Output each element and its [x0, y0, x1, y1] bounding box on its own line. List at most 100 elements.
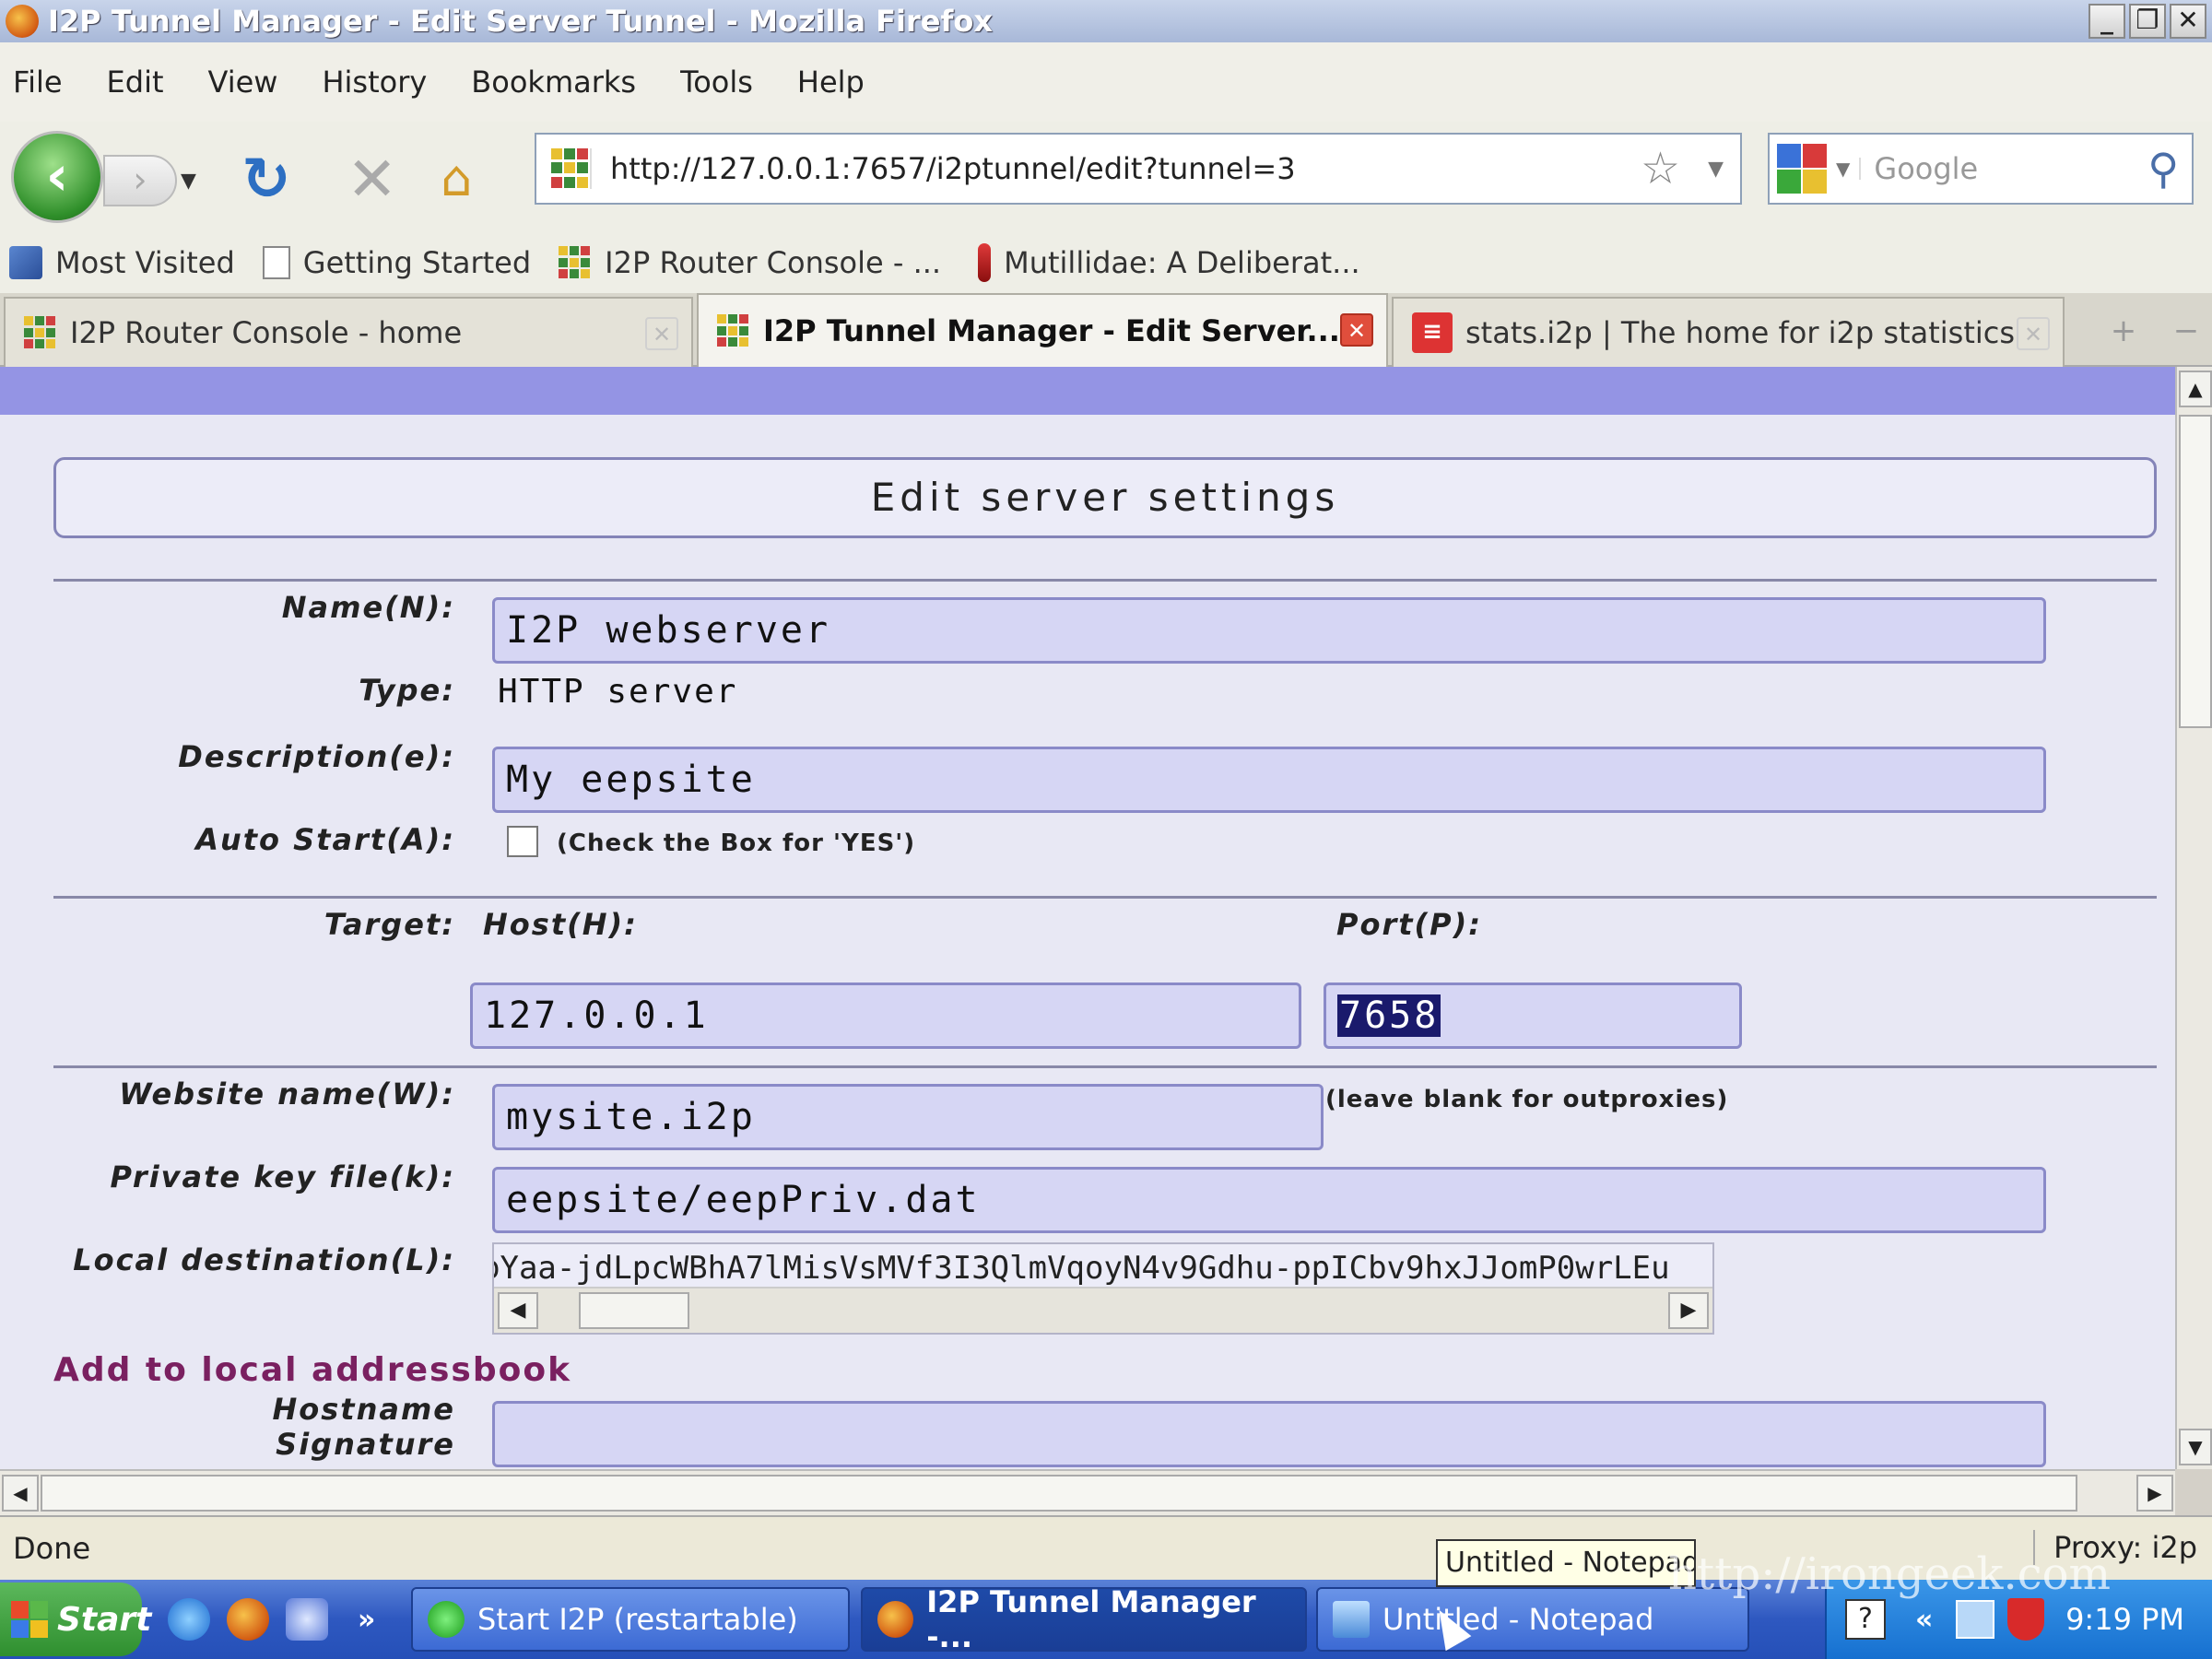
shield-icon[interactable]: [2007, 1598, 2044, 1641]
windows-logo-icon: [11, 1601, 48, 1638]
history-dropdown-icon[interactable]: ▼: [181, 170, 196, 193]
name-label: Name(N):: [281, 590, 455, 625]
bookmark-i2p-router-console[interactable]: I2P Router Console - ...: [559, 245, 941, 280]
website-name-label: Website name(W):: [119, 1077, 455, 1112]
tab-tunnel-manager[interactable]: I2P Tunnel Manager - Edit Server... ✕: [697, 293, 1388, 367]
quick-launch: »: [168, 1598, 375, 1641]
page-content: Edit server settings Name(N): I2P webser…: [0, 367, 2175, 1469]
bookmark-label: Most Visited: [55, 245, 235, 280]
show-hidden-icons[interactable]: «: [1915, 1604, 1933, 1636]
name-input[interactable]: I2P webserver: [492, 597, 2046, 664]
back-button[interactable]: ‹: [11, 131, 103, 223]
scroll-left-icon[interactable]: ◀: [498, 1292, 538, 1329]
new-tab-icon[interactable]: +: [2096, 302, 2151, 363]
scroll-thumb[interactable]: [2179, 415, 2212, 728]
private-key-input[interactable]: eepsite/eepPriv.dat: [492, 1167, 2046, 1233]
close-icon[interactable]: ✕: [2017, 317, 2050, 350]
close-window-button[interactable]: ✕: [2170, 4, 2206, 39]
tab-stats[interactable]: ≡ stats.i2p | The home for i2p statistic…: [1392, 297, 2065, 367]
host-input[interactable]: 127.0.0.1: [470, 982, 1301, 1049]
menu-file[interactable]: File: [13, 65, 63, 100]
hostname-signature-input[interactable]: [492, 1401, 2046, 1467]
scroll-down-icon[interactable]: ▼: [2179, 1429, 2212, 1465]
scroll-thumb[interactable]: [41, 1475, 2077, 1512]
task-start-i2p[interactable]: Start I2P (restartable): [411, 1587, 850, 1652]
window-controls: _ ❐ ✕: [2088, 4, 2206, 39]
ie-icon[interactable]: [168, 1598, 210, 1641]
horizontal-scrollbar[interactable]: ◀ ▶: [0, 1469, 2175, 1515]
search-box[interactable]: ▼ Google ⚲: [1768, 133, 2194, 205]
target-label: Target:: [324, 907, 455, 942]
reload-icon[interactable]: ↻: [241, 146, 291, 214]
menu-tools[interactable]: Tools: [680, 65, 753, 100]
i2p-icon: [717, 314, 750, 347]
firefox-quicklaunch-icon[interactable]: [227, 1598, 269, 1641]
bookmark-label: Getting Started: [302, 245, 532, 280]
mutillidae-icon: [978, 243, 992, 282]
menu-view[interactable]: View: [208, 65, 278, 100]
port-input[interactable]: 7658: [1324, 982, 1742, 1049]
description-input[interactable]: My eepsite: [492, 747, 2046, 813]
bookmark-mutillidae[interactable]: Mutillidae: A Deliberat...: [969, 243, 1360, 282]
quick-launch-more-icon[interactable]: »: [358, 1604, 375, 1636]
divider: [53, 896, 2157, 899]
stop-icon[interactable]: ✕: [347, 144, 397, 215]
url-dropdown-icon[interactable]: ▼: [1708, 158, 1724, 181]
minimize-button[interactable]: _: [2088, 4, 2125, 39]
scroll-thumb[interactable]: [579, 1292, 689, 1329]
home-icon[interactable]: ⌂: [441, 149, 472, 207]
taskbar-tooltip: Untitled - Notepad: [1436, 1539, 1696, 1587]
autostart-note: (Check the Box for 'YES'): [557, 830, 916, 857]
menu-history[interactable]: History: [322, 65, 427, 100]
desktop-icon[interactable]: [286, 1598, 328, 1641]
forward-button[interactable]: ›: [103, 155, 177, 206]
divider: [53, 579, 2157, 582]
scroll-up-icon[interactable]: ▲: [2179, 371, 2212, 407]
bookmark-label: Mutillidae: A Deliberat...: [1004, 245, 1360, 280]
port-label: Port(P):: [1336, 907, 1483, 942]
close-icon[interactable]: ✕: [1340, 313, 1373, 347]
clock[interactable]: 9:19 PM: [2065, 1602, 2184, 1637]
local-destination-value[interactable]: bYaa-jdLpcWBhA7lMisVsMVf3I3QlmVqoyN4v9Gd…: [494, 1250, 1670, 1287]
menu-bookmarks[interactable]: Bookmarks: [471, 65, 636, 100]
url-bar[interactable]: http://127.0.0.1:7657/i2ptunnel/edit?tun…: [535, 133, 1742, 205]
scroll-left-icon[interactable]: ◀: [2, 1475, 39, 1512]
tab-list-icon[interactable]: −: [2166, 302, 2206, 363]
website-name-input[interactable]: mysite.i2p: [492, 1084, 1324, 1150]
task-label: I2P Tunnel Manager -...: [926, 1584, 1256, 1654]
menu-edit[interactable]: Edit: [107, 65, 164, 100]
url-text[interactable]: http://127.0.0.1:7657/i2ptunnel/edit?tun…: [610, 151, 1641, 186]
type-value: HTTP server: [498, 673, 738, 711]
google-engine-icon[interactable]: [1777, 144, 1829, 194]
bookmark-star-icon[interactable]: ☆: [1641, 143, 1680, 194]
search-input[interactable]: Google: [1874, 151, 2147, 186]
type-label: Type:: [359, 673, 455, 708]
search-magnifier-icon[interactable]: ⚲: [2147, 144, 2179, 194]
close-icon[interactable]: ✕: [645, 317, 678, 350]
tab-bar: I2P Router Console - home ✕ I2P Tunnel M…: [0, 293, 2212, 367]
autostart-label: Auto Start(A):: [195, 822, 455, 857]
help-icon[interactable]: ?: [1845, 1599, 1886, 1640]
scroll-right-icon[interactable]: ▶: [1668, 1292, 1709, 1329]
local-destination-label: Local destination(L):: [73, 1242, 455, 1277]
port-value[interactable]: 7658: [1337, 994, 1441, 1037]
tab-router-console[interactable]: I2P Router Console - home ✕: [4, 297, 693, 367]
autostart-checkbox[interactable]: [507, 826, 538, 857]
restore-button[interactable]: ❐: [2129, 4, 2166, 39]
bookmark-most-visited[interactable]: Most Visited: [9, 245, 235, 280]
bookmark-getting-started[interactable]: Getting Started: [262, 245, 532, 280]
task-tunnel-manager[interactable]: I2P Tunnel Manager -...: [861, 1584, 1307, 1654]
local-destination-field[interactable]: bYaa-jdLpcWBhA7lMisVsMVf3I3QlmVqoyN4v9Gd…: [492, 1242, 1714, 1335]
search-engine-dropdown-icon[interactable]: ▼: [1836, 158, 1862, 180]
hostname-signature-label: Hostname Signature: [272, 1392, 455, 1462]
vertical-scrollbar[interactable]: ▲ ▼: [2175, 367, 2212, 1469]
divider: [53, 1065, 2157, 1068]
add-to-addressbook-link[interactable]: Add to local addressbook: [53, 1351, 571, 1389]
start-button[interactable]: Start: [0, 1583, 151, 1656]
header-bar: [0, 367, 2175, 415]
local-destination-scrollbar[interactable]: ◀ ▶: [494, 1287, 1712, 1333]
network-icon[interactable]: [1956, 1600, 1994, 1639]
menu-help[interactable]: Help: [797, 65, 865, 100]
scroll-right-icon[interactable]: ▶: [2136, 1475, 2173, 1512]
stats-icon: ≡: [1412, 312, 1453, 353]
